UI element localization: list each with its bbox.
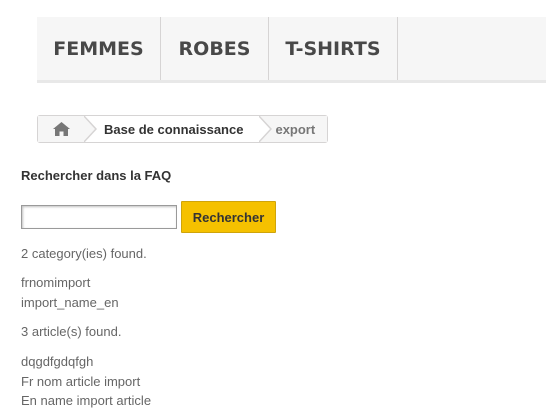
breadcrumb-home-link[interactable] — [38, 115, 97, 143]
breadcrumb: Base de connaissance export — [37, 115, 329, 143]
breadcrumb-link-label: Base de connaissance — [104, 121, 244, 137]
article-item[interactable]: dqgdfgdqfgh — [21, 354, 93, 369]
faq-search-title: Rechercher dans la FAQ — [21, 168, 172, 183]
faq-search-input[interactable] — [21, 205, 177, 229]
top-navigation: FEMMES ROBES T-SHIRTS — [37, 17, 546, 83]
breadcrumb-separator — [258, 115, 273, 143]
search-button[interactable]: Rechercher — [181, 201, 276, 233]
breadcrumb-current-label: export — [275, 121, 316, 137]
home-icon — [52, 122, 70, 136]
articles-summary: 3 article(s) found. — [21, 324, 122, 339]
breadcrumb-separator — [83, 115, 97, 143]
category-item[interactable]: import_name_en — [21, 295, 119, 310]
article-item[interactable]: Fr nom article import — [21, 374, 140, 389]
category-item[interactable]: frnomimport — [21, 275, 90, 290]
breadcrumb-item-knowledge-base[interactable]: Base de connaissance — [84, 115, 273, 143]
categories-summary: 2 category(ies) found. — [21, 246, 147, 261]
nav-item-femmes[interactable]: FEMMES — [37, 17, 161, 80]
nav-item-robes[interactable]: ROBES — [161, 17, 269, 80]
article-item[interactable]: En name import article — [21, 393, 151, 408]
nav-item-t-shirts[interactable]: T-SHIRTS — [269, 17, 398, 80]
